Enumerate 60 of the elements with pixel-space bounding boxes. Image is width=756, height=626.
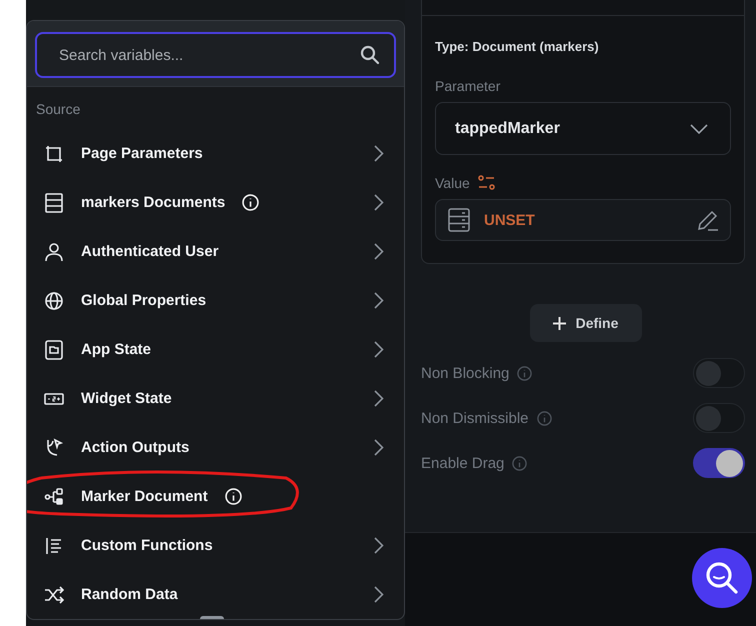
type-label: Type: Document (markers): [435, 39, 600, 54]
globe-icon: [44, 290, 64, 310]
menu-item[interactable]: markers Documents: [27, 178, 404, 227]
menu-item-label: Marker Document: [81, 488, 208, 505]
toggle-label: Non Dismissible: [421, 410, 529, 426]
toggle-label: Enable Drag: [421, 454, 504, 472]
menu-item[interactable]: Authenticated User: [27, 227, 404, 276]
database-icon: [44, 192, 64, 212]
toggle-switch[interactable]: [693, 358, 745, 388]
sliders-icon[interactable]: [478, 175, 496, 191]
section-label: Source: [36, 101, 82, 117]
chevron-down-icon: [690, 124, 708, 134]
toggle-label: Non Blocking: [421, 364, 510, 382]
chevron-right-icon: [374, 145, 384, 162]
toggle-switch[interactable]: [693, 448, 745, 478]
chevron-right-icon: [374, 390, 384, 407]
chevron-right-icon: [374, 586, 384, 603]
shuffle-icon: [44, 584, 64, 604]
menu-item-label: App State: [81, 341, 152, 358]
value-text: UNSET: [484, 212, 535, 228]
menu-item[interactable]: Global Properties: [27, 276, 404, 325]
value-field[interactable]: UNSET: [435, 199, 731, 241]
menu-item-label: Widget State: [81, 390, 172, 407]
menu-item[interactable]: Custom Functions: [27, 521, 404, 570]
lines-icon: [44, 536, 64, 556]
menu-item-label: Global Properties: [81, 292, 206, 309]
nodes-icon: [44, 486, 64, 506]
user-icon: [44, 242, 64, 262]
search-field[interactable]: Search variables...: [35, 32, 396, 78]
menu-item[interactable]: App State: [27, 325, 404, 374]
parameter-dropdown[interactable]: tappedMarker: [435, 102, 731, 155]
menu-item[interactable]: Widget State: [27, 374, 404, 423]
menu-item-label: markers Documents: [81, 194, 226, 211]
search-icon: [360, 45, 380, 65]
menu-item-label: Action Outputs: [81, 439, 190, 456]
menu-item[interactable]: Marker Document: [27, 472, 404, 521]
parameter-label: Parameter: [435, 78, 502, 94]
chevron-right-icon: [374, 194, 384, 211]
chevron-right-icon: [374, 341, 384, 358]
menu-item-label: Page Parameters: [81, 145, 203, 162]
toggle-switch[interactable]: [693, 403, 745, 433]
menu-item-label: Custom Functions: [81, 537, 213, 554]
chevron-right-icon: [374, 243, 384, 260]
search-icon: [704, 560, 740, 596]
menu-item-label: Random Data: [81, 586, 178, 603]
folder-icon: [44, 340, 64, 360]
define-button[interactable]: Define: [530, 304, 642, 342]
chevron-right-icon: [374, 537, 384, 554]
chevron-right-icon: [374, 439, 384, 456]
menu-item[interactable]: Random Data: [27, 570, 404, 619]
database-icon: [448, 208, 470, 232]
menu-item-label: Authenticated User: [81, 243, 219, 260]
crop-icon: [44, 144, 64, 164]
plus-icon: [552, 316, 566, 330]
branch-cursor-icon: [44, 438, 64, 458]
value-label: Value: [435, 175, 470, 191]
menu-item[interactable]: Action Outputs: [27, 423, 404, 472]
pencil-icon[interactable]: [696, 208, 720, 232]
chevron-right-icon: [374, 292, 384, 309]
menu-item[interactable]: Page Parameters: [27, 129, 404, 178]
